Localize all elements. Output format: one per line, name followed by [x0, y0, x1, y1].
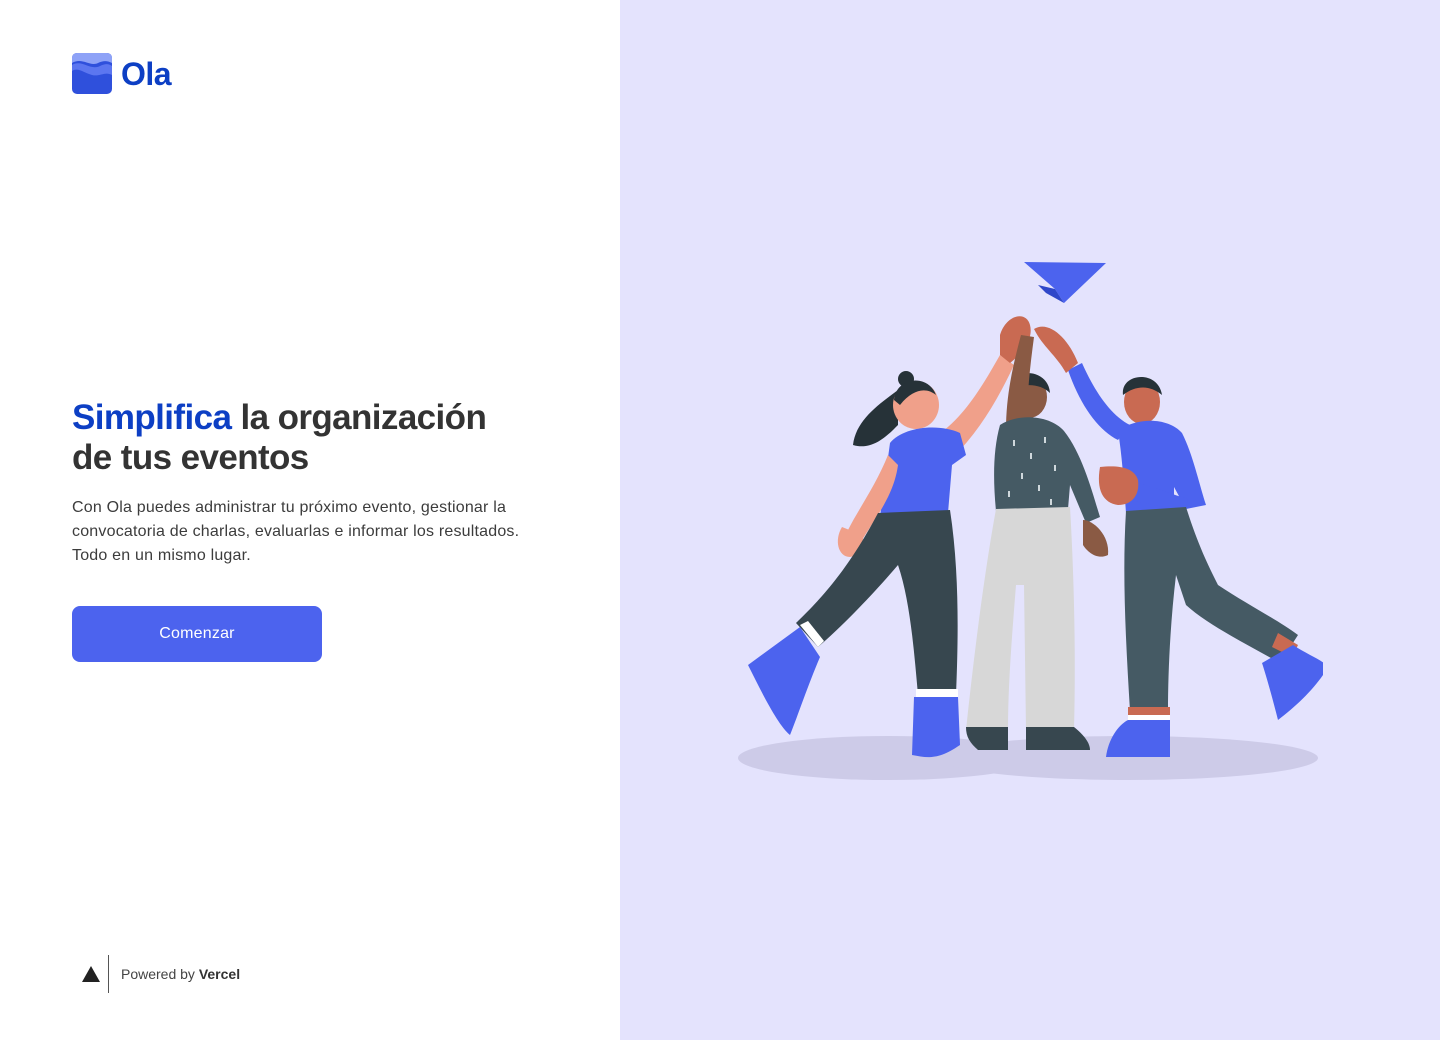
powered-by-label: Powered by Vercel	[121, 966, 240, 982]
powered-brand: Vercel	[198, 966, 241, 982]
description-line: Todo en un mismo lugar.	[72, 547, 251, 564]
intro-panel: Ola Simplifica la organización de tus ev…	[0, 0, 620, 1040]
vercel-triangle-icon	[82, 966, 100, 982]
hero-section: Simplifica la organización de tus evento…	[72, 398, 572, 568]
headline-line-1: Simplifica la organización	[72, 398, 572, 438]
brand-logo[interactable]: Ola	[72, 53, 172, 94]
illustration-panel	[620, 0, 1440, 1040]
page-title: Simplifica la organización de tus evento…	[72, 398, 572, 478]
description-line: convocatoria de charlas, evaluarlas e in…	[72, 523, 520, 540]
headline-line-2: de tus eventos	[72, 438, 309, 477]
hero-description: Con Ola puedes administrar tu próximo ev…	[72, 496, 572, 568]
powered-by-vercel-link[interactable]: Powered by Vercel	[82, 955, 240, 993]
brand-name: Ola	[121, 55, 172, 92]
start-button[interactable]: Comenzar	[72, 606, 322, 662]
team-high-five-illustration	[738, 262, 1323, 780]
powered-prefix: Powered by	[121, 966, 195, 982]
ola-logo-icon	[72, 53, 112, 94]
headline-accent: Simplifica	[72, 398, 232, 437]
woman-right	[1034, 326, 1323, 757]
headline-rest: la organización	[231, 398, 487, 437]
footer-divider	[108, 955, 109, 993]
paper-plane-icon	[1024, 262, 1106, 303]
landing-page: Ola Simplifica la organización de tus ev…	[0, 0, 1440, 1040]
description-line: Con Ola puedes administrar tu próximo ev…	[72, 499, 507, 516]
